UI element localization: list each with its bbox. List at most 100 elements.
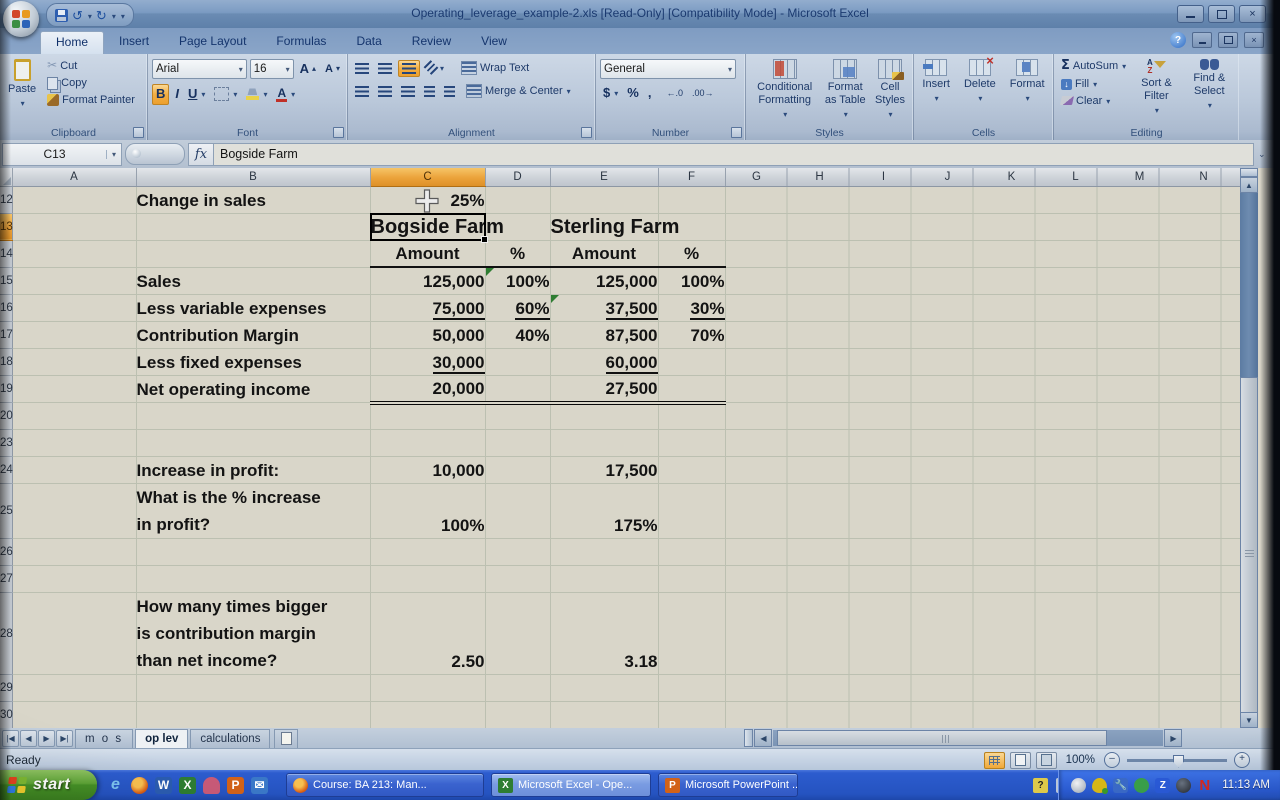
powerpoint-icon[interactable]: P bbox=[227, 777, 244, 794]
cell-E18[interactable]: 60,000 bbox=[550, 348, 658, 375]
row-header-27[interactable]: 27 bbox=[0, 566, 12, 593]
name-box-dropdown-icon[interactable]: ▾ bbox=[106, 150, 121, 159]
cell-F16[interactable]: 30% bbox=[658, 294, 725, 321]
cell-D14[interactable]: % bbox=[485, 240, 550, 267]
cell-C14[interactable]: Amount bbox=[370, 240, 485, 267]
align-center-button[interactable] bbox=[375, 84, 395, 99]
firefox-icon[interactable] bbox=[131, 777, 148, 794]
alignment-dialog-launcher[interactable] bbox=[581, 127, 592, 138]
excel-icon[interactable]: X bbox=[179, 777, 196, 794]
format-as-table-button[interactable]: Format as Table bbox=[819, 57, 871, 123]
accounting-format-button[interactable]: $ bbox=[600, 84, 621, 103]
cell-E19[interactable]: 27,500 bbox=[550, 375, 658, 403]
col-header-C[interactable]: C bbox=[370, 168, 485, 186]
font-family-select[interactable]: Arial bbox=[152, 59, 247, 79]
page-break-view-button[interactable] bbox=[1036, 752, 1057, 769]
workbook-minimize-button[interactable] bbox=[1192, 32, 1212, 48]
first-sheet-icon[interactable]: |◀ bbox=[2, 730, 19, 747]
align-top-button[interactable] bbox=[352, 61, 372, 76]
cell-B17[interactable]: Contribution Margin bbox=[136, 321, 370, 348]
row-header-30[interactable]: 30 bbox=[0, 702, 12, 729]
align-bottom-button[interactable] bbox=[398, 60, 420, 77]
increase-indent-button[interactable] bbox=[441, 84, 458, 99]
cell-D17[interactable]: 40% bbox=[485, 321, 550, 348]
horizontal-scroll-thumb[interactable] bbox=[777, 730, 1107, 746]
cell-D16[interactable]: 60% bbox=[485, 294, 550, 321]
cell-E13[interactable]: Sterling Farm bbox=[550, 213, 658, 240]
align-left-button[interactable] bbox=[352, 84, 372, 99]
cell-F14[interactable]: % bbox=[658, 240, 725, 267]
row-header-23[interactable]: 23 bbox=[0, 430, 12, 457]
shrink-font-button[interactable]: A▾ bbox=[322, 61, 343, 78]
cell-D15[interactable]: 100% bbox=[485, 267, 550, 294]
cell-E14[interactable]: Amount bbox=[550, 240, 658, 267]
task-button-powerpoint[interactable]: P Microsoft PowerPoint ... bbox=[658, 773, 798, 797]
close-button[interactable]: × bbox=[1239, 5, 1266, 23]
row-header-29[interactable]: 29 bbox=[0, 675, 12, 702]
cell-B19[interactable]: Net operating income bbox=[136, 375, 370, 403]
tab-insert[interactable]: Insert bbox=[104, 31, 164, 54]
access-key-icon[interactable] bbox=[203, 777, 220, 794]
tab-review[interactable]: Review bbox=[397, 31, 466, 54]
row-header-15[interactable]: 15 bbox=[0, 267, 12, 294]
horizontal-scrollbar[interactable] bbox=[773, 730, 1163, 746]
row-header-17[interactable]: 17 bbox=[0, 321, 12, 348]
col-header-A[interactable]: A bbox=[12, 168, 136, 186]
word-icon[interactable]: W bbox=[155, 777, 172, 794]
scroll-right-icon[interactable]: ▶ bbox=[1164, 729, 1182, 747]
tab-page-layout[interactable]: Page Layout bbox=[164, 31, 261, 54]
increase-decimal-button[interactable]: ←.0 bbox=[663, 86, 686, 100]
cell-B24[interactable]: Increase in profit: bbox=[136, 457, 370, 484]
cell-E15[interactable]: 125,000 bbox=[550, 267, 658, 294]
horizontal-split-handle[interactable] bbox=[744, 729, 753, 747]
insert-worksheet-button[interactable] bbox=[274, 729, 298, 748]
name-box[interactable]: C13 ▾ bbox=[2, 143, 122, 166]
cell-C25[interactable]: 100% bbox=[370, 484, 485, 539]
row-header-13[interactable]: 13 bbox=[0, 213, 12, 240]
clear-button[interactable]: Clear bbox=[1058, 93, 1129, 110]
cell-C15[interactable]: 125,000 bbox=[370, 267, 485, 294]
vertical-split-handle[interactable] bbox=[1240, 168, 1258, 177]
vertical-scrollbar[interactable]: ▲ ▼ bbox=[1240, 168, 1258, 728]
autosum-button[interactable]: ΣAutoSum bbox=[1058, 57, 1129, 76]
col-header-E[interactable]: E bbox=[550, 168, 658, 186]
cell-C19[interactable]: 20,000 bbox=[370, 375, 485, 403]
decrease-indent-button[interactable] bbox=[421, 84, 438, 99]
workbook-restore-button[interactable] bbox=[1218, 32, 1238, 48]
row-header-28[interactable]: 28 bbox=[0, 593, 12, 675]
cell-B18[interactable]: Less fixed expenses bbox=[136, 348, 370, 375]
sheet-tab-mos[interactable]: m o s bbox=[75, 729, 133, 748]
row-header-20[interactable]: 20 bbox=[0, 403, 12, 430]
zoom-slider-thumb[interactable] bbox=[1173, 755, 1184, 768]
cell-A12[interactable] bbox=[12, 186, 136, 213]
cell-E17[interactable]: 87,500 bbox=[550, 321, 658, 348]
last-sheet-icon[interactable]: ▶| bbox=[56, 730, 73, 747]
col-header-D[interactable]: D bbox=[485, 168, 550, 186]
help-icon[interactable]: ? bbox=[1170, 32, 1186, 48]
cell-C16[interactable]: 75,000 bbox=[370, 294, 485, 321]
cell-B28[interactable]: How many times bigger is contribution ma… bbox=[136, 593, 370, 675]
task-button-browser[interactable]: Course: BA 213: Man... bbox=[286, 773, 484, 797]
col-headers-G-N[interactable]: GHIJKLMN bbox=[725, 168, 1240, 186]
decrease-decimal-button[interactable]: .00→ bbox=[689, 86, 717, 100]
cut-button[interactable]: ✂Cut bbox=[44, 57, 138, 75]
cell-F17[interactable]: 70% bbox=[658, 321, 725, 348]
zoom-slider[interactable] bbox=[1127, 759, 1227, 762]
font-dialog-launcher[interactable] bbox=[333, 127, 344, 138]
security-shield-icon[interactable] bbox=[1092, 778, 1107, 793]
row-header-26[interactable]: 26 bbox=[0, 539, 12, 566]
borders-button[interactable] bbox=[211, 85, 240, 103]
percent-style-button[interactable]: % bbox=[624, 84, 642, 103]
select-all-corner[interactable] bbox=[0, 168, 12, 186]
font-size-select[interactable]: 16 bbox=[250, 59, 294, 79]
find-select-button[interactable]: Find & Select bbox=[1184, 57, 1235, 119]
col-header-F[interactable]: F bbox=[658, 168, 725, 186]
scroll-down-icon[interactable]: ▼ bbox=[1240, 712, 1258, 728]
number-format-select[interactable]: General bbox=[600, 59, 736, 79]
vertical-scroll-thumb[interactable] bbox=[1240, 377, 1258, 722]
tab-home[interactable]: Home bbox=[40, 31, 104, 54]
normal-view-button[interactable] bbox=[984, 752, 1005, 769]
cell-C18[interactable]: 30,000 bbox=[370, 348, 485, 375]
cell-E28[interactable]: 3.18 bbox=[550, 593, 658, 675]
format-cells-button[interactable]: Format bbox=[1006, 57, 1049, 106]
